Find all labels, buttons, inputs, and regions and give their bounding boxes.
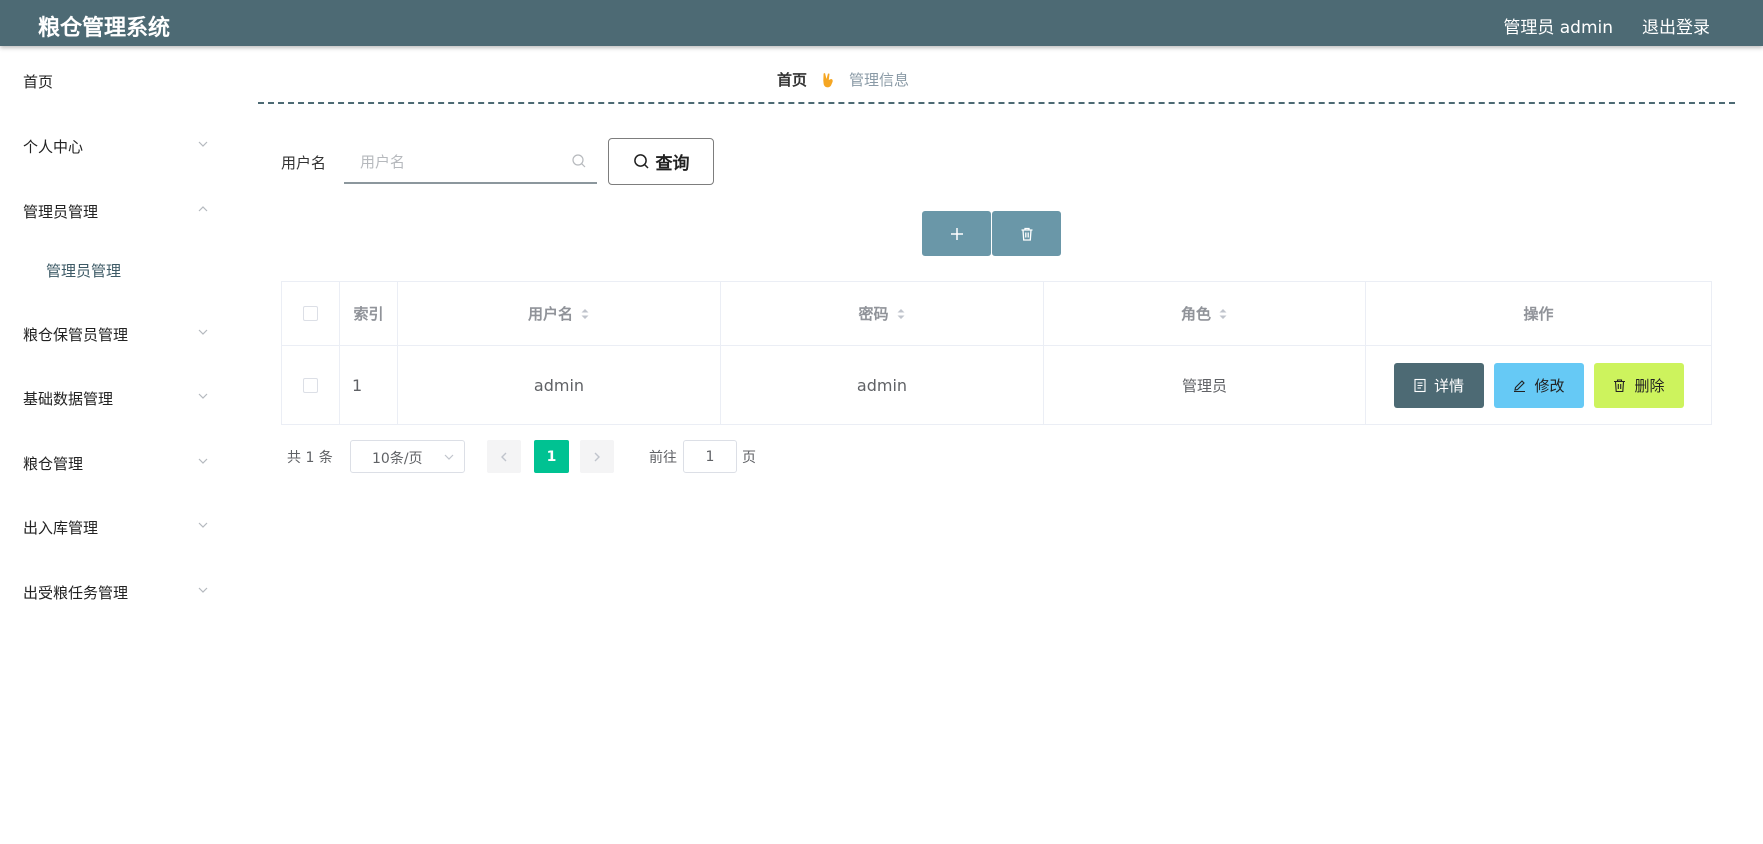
data-table: 索引 用户名 密码 角色 操作 1 admin admin 管理员 详情 修改 … — [281, 281, 1712, 425]
query-button[interactable]: 查询 — [608, 138, 714, 185]
table-cell-actions: 详情 修改 删除 — [1366, 346, 1711, 425]
table-cell-index: 1 — [340, 346, 398, 425]
breadcrumb: 首页 管理信息 — [258, 58, 1735, 104]
chevron-down-icon — [198, 393, 208, 399]
submenu-item-label: 管理员管理 — [46, 262, 122, 280]
search-icon — [572, 154, 586, 168]
delete-button-label: 删除 — [1634, 377, 1665, 395]
table-cell-role: 管理员 — [1044, 346, 1366, 425]
hand-peace-icon — [823, 72, 833, 87]
edit-button-label: 修改 — [1534, 377, 1565, 395]
sidebar-item-home[interactable]: 首页 — [0, 61, 225, 101]
chevron-down-icon — [198, 141, 208, 147]
cell-index: 1 — [352, 376, 363, 395]
sidebar: 首页 个人中心 管理员管理 管理员管理 粮仓保管员管理 基础数据管理 粮仓管理 … — [0, 46, 225, 844]
table-row — [282, 346, 340, 425]
current-user-label: 管理员 admin — [1503, 18, 1613, 38]
add-button[interactable] — [922, 211, 991, 256]
table-cell-password: admin — [721, 346, 1044, 425]
delete-button[interactable]: 删除 — [1593, 363, 1684, 408]
edit-button[interactable]: 修改 — [1493, 363, 1584, 408]
search-label: 用户名 — [281, 154, 327, 172]
table-header-index: 索引 — [340, 282, 398, 346]
table-header-role[interactable]: 角色 — [1044, 282, 1366, 346]
batch-delete-button[interactable] — [992, 211, 1061, 256]
select-all-checkbox[interactable] — [303, 306, 318, 321]
row-checkbox[interactable] — [303, 378, 318, 393]
column-header-actions: 操作 — [1523, 305, 1554, 323]
sidebar-item-admin-management[interactable]: 管理员管理 — [0, 191, 225, 231]
query-button-label: 查询 — [655, 154, 690, 174]
prev-page-button[interactable] — [487, 440, 521, 473]
search-field — [344, 140, 597, 184]
sidebar-item-keeper-management[interactable]: 粮仓保管员管理 — [0, 314, 225, 354]
app-title: 粮仓管理系统 — [38, 16, 171, 41]
column-header-index: 索引 — [353, 305, 384, 323]
sidebar-item-label: 管理员管理 — [23, 203, 99, 221]
cell-role: 管理员 — [1181, 377, 1227, 395]
plus-icon — [950, 227, 963, 240]
column-header-password: 密码 — [858, 305, 889, 323]
sort-icon[interactable] — [896, 307, 906, 321]
chevron-down-icon — [198, 587, 208, 593]
column-header-role: 角色 — [1180, 305, 1211, 323]
logout-button[interactable]: 退出登录 — [1642, 13, 1710, 38]
breadcrumb-current: 管理信息 — [849, 71, 910, 89]
cell-password: admin — [856, 376, 908, 395]
search-icon — [633, 154, 649, 169]
document-icon — [1414, 378, 1426, 393]
chevron-down-icon — [198, 522, 208, 528]
sidebar-item-inout-stock[interactable]: 出入库管理 — [0, 507, 225, 547]
search-input[interactable] — [360, 148, 560, 176]
sidebar-item-label: 个人中心 — [23, 138, 84, 156]
breadcrumb-home[interactable]: 首页 — [777, 69, 807, 90]
sidebar-item-label: 首页 — [23, 73, 54, 91]
chevron-up-icon — [198, 206, 208, 212]
sidebar-item-personal-center[interactable]: 个人中心 — [0, 126, 225, 166]
sidebar-item-grain-tasks[interactable]: 出受粮任务管理 — [0, 572, 225, 612]
sidebar-item-label: 基础数据管理 — [23, 390, 114, 408]
detail-button-label: 详情 — [1433, 377, 1464, 395]
sidebar-item-label: 粮仓保管员管理 — [23, 326, 129, 344]
chevron-down-icon — [444, 454, 454, 460]
chevron-right-icon — [594, 452, 600, 461]
sidebar-item-label: 出受粮任务管理 — [23, 584, 129, 602]
page-unit-label: 页 — [742, 450, 756, 466]
table-header-username[interactable]: 用户名 — [398, 282, 721, 346]
table-header-password[interactable]: 密码 — [721, 282, 1044, 346]
page-size-select[interactable]: 10条/页 — [350, 440, 465, 473]
page-size-value: 10条/页 — [372, 451, 423, 467]
sidebar-item-granary[interactable]: 粮仓管理 — [0, 443, 225, 483]
chevron-down-icon — [198, 458, 208, 464]
column-header-username: 用户名 — [527, 305, 573, 323]
pagination-total: 共 1 条 — [287, 450, 333, 466]
trash-icon — [1614, 379, 1626, 393]
sort-icon[interactable] — [1218, 307, 1228, 321]
sidebar-item-label: 出入库管理 — [23, 519, 99, 537]
goto-label: 前往 — [649, 450, 677, 466]
sidebar-item-basic-data[interactable]: 基础数据管理 — [0, 378, 225, 418]
goto-page-input[interactable] — [683, 440, 737, 473]
edit-icon — [1514, 380, 1526, 393]
table-header-select — [282, 282, 340, 346]
sort-icon[interactable] — [580, 307, 590, 321]
chevron-left-icon — [501, 452, 507, 461]
chevron-down-icon — [198, 329, 208, 335]
sidebar-item-label: 粮仓管理 — [23, 455, 84, 473]
page-number-current[interactable]: 1 — [534, 440, 569, 473]
top-header: 粮仓管理系统 管理员 admin 退出登录 — [0, 0, 1763, 46]
cell-username: admin — [533, 376, 585, 395]
detail-button[interactable]: 详情 — [1393, 363, 1484, 408]
table-cell-username: admin — [398, 346, 721, 425]
next-page-button[interactable] — [580, 440, 614, 473]
submenu-item-admin-management[interactable]: 管理员管理 — [0, 250, 225, 290]
table-header-actions: 操作 — [1366, 282, 1711, 346]
trash-icon — [1021, 227, 1032, 241]
